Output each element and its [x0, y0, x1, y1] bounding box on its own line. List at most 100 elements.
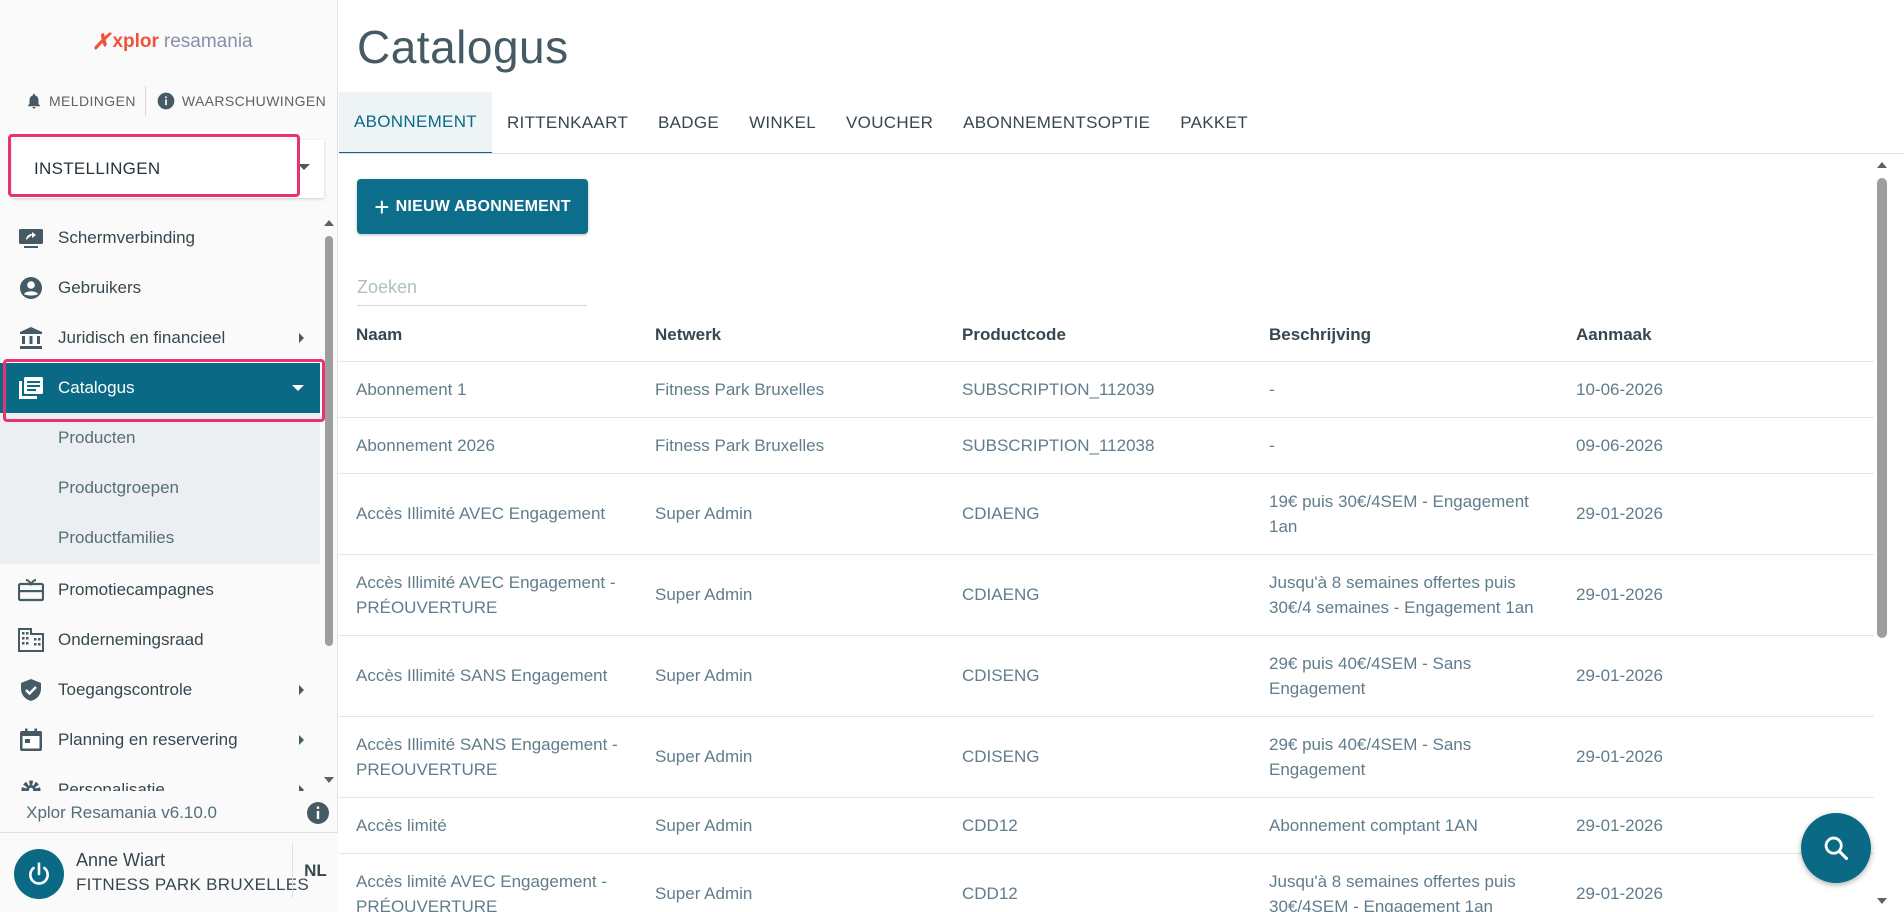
- scroll-down-arrow-icon[interactable]: [324, 777, 334, 783]
- sidebar-item-label: Promotiecampagnes: [58, 580, 214, 599]
- sidebar-item-toegangscontrole[interactable]: Toegangscontrole: [0, 665, 320, 715]
- logo-text-resamania: resamania: [163, 31, 253, 52]
- cell-name: Accès Illimité SANS Engagement - PREOUVE…: [356, 735, 618, 779]
- cell-code: CDISENG: [962, 747, 1040, 766]
- context-select[interactable]: INSTELLINGEN: [12, 140, 324, 198]
- cell-description: 19€ puis 30€/4SEM - Engagement 1an: [1269, 492, 1529, 536]
- chevron-down-icon: [292, 385, 304, 391]
- chevron-right-icon: [299, 333, 304, 343]
- sidebar-item-promotiecampagnes[interactable]: Promotiecampagnes: [0, 565, 320, 615]
- column-header-productcode[interactable]: Productcode: [962, 325, 1242, 345]
- cell-description: Jusqu'à 8 semaines offertes puis 30€/4 s…: [1269, 573, 1534, 617]
- scroll-down-arrow-icon[interactable]: [1877, 898, 1887, 904]
- cell-code: CDD12: [962, 816, 1018, 835]
- cell-code: CDIAENG: [962, 585, 1040, 604]
- sidebar-item-label: Gebruikers: [58, 278, 142, 297]
- scrollbar-thumb[interactable]: [325, 236, 333, 646]
- search-fab-button[interactable]: [1801, 813, 1871, 883]
- table-row[interactable]: Accès Illimité AVEC Engagement Super Adm…: [339, 474, 1874, 555]
- cell-network: Super Admin: [655, 816, 753, 835]
- calendar-icon: [20, 728, 42, 751]
- chevron-down-icon: [298, 164, 310, 170]
- tab-pakket[interactable]: PAKKET: [1165, 92, 1263, 154]
- sidebar: ✗ xplor resamania MELDINGEN WAARSCHUWING…: [0, 0, 338, 912]
- cell-code: CDD12: [962, 884, 1018, 903]
- notifications-button[interactable]: MELDINGEN: [0, 86, 146, 116]
- cell-network: Super Admin: [655, 585, 753, 604]
- scroll-up-arrow-icon[interactable]: [324, 220, 334, 226]
- gift-card-icon: [18, 579, 44, 602]
- search-input[interactable]: [357, 270, 587, 306]
- new-subscription-button[interactable]: + NIEUW ABONNEMENT: [357, 179, 588, 234]
- tab-badge[interactable]: BADGE: [643, 92, 734, 154]
- sidebar-scrollbar[interactable]: [324, 218, 334, 788]
- bell-icon: [28, 93, 40, 109]
- logo-text-xplor: xplor: [112, 31, 159, 52]
- logo-mark: ✗: [92, 29, 111, 54]
- sidebar-item-personalisatie[interactable]: Personalisatie: [0, 765, 320, 791]
- column-header-beschrijving[interactable]: Beschrijving: [1269, 325, 1554, 345]
- table-row[interactable]: Accès Illimité SANS Engagement Super Adm…: [339, 636, 1874, 717]
- warnings-label: WAARSCHUWINGEN: [181, 93, 327, 109]
- cell-description: Jusqu'à 8 semaines offertes puis 30€/4SE…: [1269, 872, 1516, 912]
- sidebar-item-ondernemingsraad[interactable]: Ondernemingsraad: [0, 615, 320, 665]
- context-select-value: INSTELLINGEN: [34, 159, 161, 178]
- xplor-resamania-logo[interactable]: ✗ xplor resamania: [92, 27, 253, 57]
- sidebar-item-gebruikers[interactable]: Gebruikers: [0, 263, 320, 313]
- cell-created: 09-06-2026: [1576, 436, 1663, 455]
- tab-rittenkaart[interactable]: RITTENKAART: [492, 92, 643, 154]
- sidebar-item-label: Catalogus: [58, 378, 135, 397]
- cell-name: Accès Illimité AVEC Engagement: [356, 504, 606, 523]
- sidebar-subitem-producten[interactable]: Producten: [58, 428, 136, 448]
- column-header-netwerk[interactable]: Netwerk: [655, 325, 935, 345]
- notification-actions: MELDINGEN WAARSCHUWINGEN: [0, 86, 338, 116]
- table-row[interactable]: Accès Illimité AVEC Engagement - PRÉOUVE…: [339, 555, 1874, 636]
- plus-icon: +: [374, 191, 390, 222]
- cell-name: Abonnement 2026: [356, 436, 495, 455]
- cell-description: Abonnement comptant 1AN: [1269, 816, 1478, 835]
- user-name: Anne Wiart: [76, 850, 166, 870]
- table-row[interactable]: Abonnement 2026 Fitness Park Bruxelles S…: [339, 418, 1874, 474]
- table-row[interactable]: Accès limité AVEC Engagement - PRÉOUVERT…: [339, 854, 1874, 912]
- column-header-aanmaak[interactable]: Aanmaak: [1576, 325, 1776, 345]
- chevron-right-icon: [299, 735, 304, 745]
- scroll-up-arrow-icon[interactable]: [1877, 162, 1887, 168]
- language-switch[interactable]: NL: [292, 843, 338, 898]
- catalog-icon: [19, 377, 43, 399]
- info-icon[interactable]: [306, 801, 330, 825]
- tab-abonnementsoptie[interactable]: ABONNEMENTSOPTIE: [948, 92, 1165, 154]
- sidebar-item-schermverbinding[interactable]: Schermverbinding: [0, 213, 320, 263]
- sidebar-item-catalogus[interactable]: Catalogus: [0, 363, 320, 413]
- sidebar-subitem-productfamilies[interactable]: Productfamilies: [58, 528, 174, 548]
- sidebar-item-label: Schermverbinding: [58, 228, 196, 247]
- column-header-naam[interactable]: Naam: [356, 325, 631, 345]
- sidebar-item-planning[interactable]: Planning en reservering: [0, 715, 320, 765]
- cell-code: CDIAENG: [962, 504, 1040, 523]
- sidebar-item-label: Personalisatie: [58, 780, 165, 791]
- table-row[interactable]: Accès limité Super Admin CDD12 Abonnemen…: [339, 798, 1874, 854]
- cell-network: Super Admin: [655, 504, 753, 523]
- cell-created: 29-01-2026: [1576, 747, 1663, 766]
- sidebar-item-juridisch[interactable]: Juridisch en financieel: [0, 313, 320, 363]
- user-club: FITNESS PARK BRUXELLES: [76, 875, 310, 894]
- version-label: Xplor Resamania v6.10.0: [26, 803, 217, 822]
- cell-network: Super Admin: [655, 747, 753, 766]
- cell-name: Accès limité: [356, 816, 447, 835]
- table-row[interactable]: Abonnement 1 Fitness Park Bruxelles SUBS…: [339, 362, 1874, 418]
- cell-name: Accès Illimité AVEC Engagement - PRÉOUVE…: [356, 573, 616, 617]
- sidebar-subitem-productgroepen[interactable]: Productgroepen: [58, 478, 179, 498]
- user-bar: Anne Wiart FITNESS PARK BRUXELLES NL: [0, 832, 338, 912]
- gear-icon: [21, 780, 41, 791]
- cell-description: 29€ puis 40€/4SEM - Sans Engagement: [1269, 654, 1472, 698]
- catalog-tabs: ABONNEMENT RITTENKAART BADGE WINKEL VOUC…: [339, 92, 1263, 154]
- warnings-button[interactable]: WAARSCHUWINGEN: [146, 86, 326, 116]
- notifications-label: MELDINGEN: [49, 93, 136, 109]
- table-row[interactable]: Accès Illimité SANS Engagement - PREOUVE…: [339, 717, 1874, 798]
- logout-button[interactable]: [14, 849, 64, 899]
- content-scrollbar[interactable]: [1876, 158, 1888, 908]
- scrollbar-thumb[interactable]: [1877, 178, 1887, 638]
- tab-voucher[interactable]: VOUCHER: [831, 92, 948, 154]
- tab-winkel[interactable]: WINKEL: [734, 92, 831, 154]
- cell-name: Accès limité AVEC Engagement - PRÉOUVERT…: [356, 872, 608, 912]
- tab-abonnement[interactable]: ABONNEMENT: [339, 92, 492, 154]
